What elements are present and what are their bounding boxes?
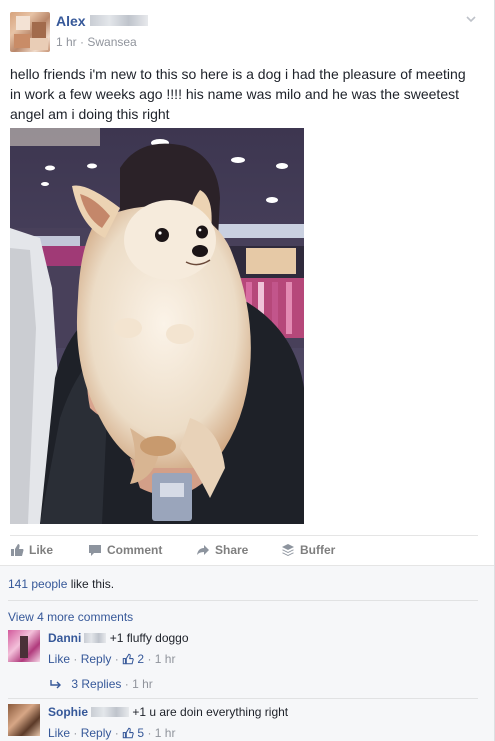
post-photo[interactable] (10, 128, 304, 524)
comment-like-link[interactable]: Like (48, 652, 70, 666)
comment-like-count[interactable]: 5 (137, 726, 144, 740)
comment-actions: Like · Reply · 2 · 1 hr (48, 652, 176, 666)
dog-photo-illustration (10, 128, 304, 524)
buffer-button-label: Buffer (300, 543, 336, 557)
author-name-text[interactable]: Alex (56, 13, 86, 29)
likes-count-link[interactable]: 141 people (8, 577, 67, 591)
comment-button-label: Comment (107, 543, 163, 557)
comment-actions: Like · Reply · 5 · 1 hr (48, 726, 176, 740)
comment-time[interactable]: 1 hr (155, 726, 176, 740)
replies-link[interactable]: 3 Replies · 1 hr (50, 677, 153, 691)
divider (8, 698, 478, 699)
redacted-surname (89, 15, 148, 27)
buffer-stack-icon (282, 544, 294, 556)
comment-like-link[interactable]: Like (48, 726, 70, 740)
redacted-surname (84, 632, 107, 643)
share-button-label: Share (215, 543, 249, 557)
like-thumb-icon (122, 653, 134, 665)
post-meta: 1 hr · Swansea (56, 35, 137, 49)
post-time[interactable]: 1 hr (56, 35, 77, 49)
comment-bubble-icon (89, 545, 101, 556)
comment-time[interactable]: 1 hr (155, 652, 176, 666)
author-avatar[interactable] (10, 12, 50, 52)
comment-button[interactable]: Comment (88, 543, 162, 557)
chevron-down-icon[interactable] (464, 12, 478, 26)
post-text: hello friends i'm new to this so here is… (10, 66, 466, 122)
commenter-name[interactable]: Danni (48, 631, 107, 645)
comment-item: Danni +1 fluffy doggo Like · Reply · 2 ·… (8, 630, 478, 670)
divider (8, 600, 478, 601)
share-button[interactable]: Share (196, 543, 248, 557)
comment-reply-link[interactable]: Reply (81, 652, 112, 666)
meta-separator: · (76, 35, 88, 49)
view-more-comments-link[interactable]: View 4 more comments (8, 610, 133, 624)
comment-item: Sophie +1 u are doin everything right Li… (8, 704, 478, 740)
commenter-name-text[interactable]: Danni (48, 631, 81, 645)
reply-arrow-icon (50, 680, 61, 689)
commenter-avatar[interactable] (8, 630, 40, 662)
redacted-surname (91, 706, 130, 717)
buffer-button[interactable]: Buffer (281, 543, 335, 557)
comment-body: Sophie +1 u are doin everything right Li… (48, 704, 468, 741)
post-location[interactable]: Swansea (87, 35, 136, 49)
like-button-label: Like (29, 543, 54, 557)
like-thumb-icon (11, 544, 24, 556)
comment-body: Danni +1 fluffy doggo Like · Reply · 2 ·… (48, 630, 468, 667)
comment-reply-link[interactable]: Reply (81, 726, 112, 740)
commenter-name-text[interactable]: Sophie (48, 705, 88, 719)
commenter-avatar[interactable] (8, 704, 40, 736)
comment-text: +1 u are doin everything right (132, 705, 289, 719)
share-arrow-icon (197, 545, 209, 555)
post-header: Alex 1 hr · Swansea (10, 12, 480, 54)
author-name[interactable]: Alex (56, 13, 148, 29)
replies-time: 1 hr (132, 677, 153, 691)
comment-text: +1 fluffy doggo (109, 631, 189, 645)
like-button[interactable]: Like (10, 543, 53, 557)
replies-label[interactable]: 3 Replies (71, 677, 121, 691)
likes-summary: 141 people like this. (8, 577, 114, 591)
like-thumb-icon (122, 727, 134, 739)
post-actions-bar: Like Comment Share Buffer (10, 535, 478, 565)
likes-suffix: like this. (67, 577, 115, 591)
commenter-name[interactable]: Sophie (48, 705, 130, 719)
post-card: Alex 1 hr · Swansea hello friends i'm ne… (0, 0, 495, 741)
comment-like-count[interactable]: 2 (137, 652, 144, 666)
